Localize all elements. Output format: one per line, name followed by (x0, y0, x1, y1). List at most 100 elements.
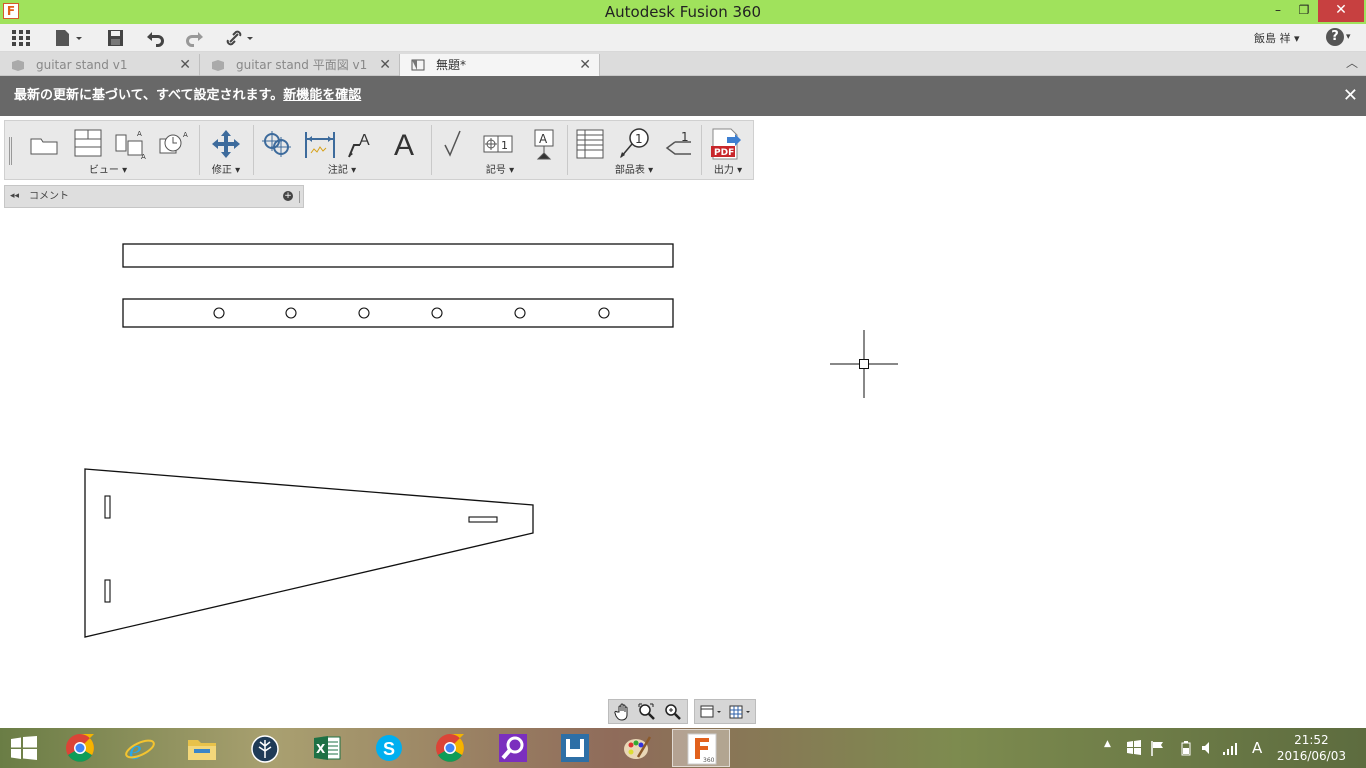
network-signal-icon[interactable] (1222, 740, 1240, 756)
view-group-label[interactable]: ビュー ▾ (19, 161, 197, 176)
collapse-tabs-icon[interactable]: ︿ (1346, 54, 1358, 71)
pan-icon[interactable] (613, 702, 633, 722)
symbols-group-label[interactable]: 記号 ▾ (433, 161, 567, 176)
flag-icon[interactable] (1150, 740, 1166, 756)
close-tab-icon[interactable]: ✕ (379, 54, 391, 76)
tab-guitar-stand[interactable]: guitar stand v1 ✕ (0, 54, 200, 76)
dimension-icon[interactable] (303, 127, 337, 161)
center-mark-icon[interactable] (259, 127, 293, 161)
minimize-button[interactable]: – (1264, 0, 1292, 22)
system-clock[interactable]: 21:52 2016/06/03 (1277, 732, 1346, 764)
slot[interactable] (468, 516, 498, 523)
add-comment-icon[interactable]: + (283, 191, 293, 201)
slot[interactable] (104, 579, 111, 603)
surface-texture-icon[interactable] (437, 127, 471, 161)
feature-control-frame-icon[interactable]: 1 (481, 127, 515, 161)
renumber-icon[interactable]: 1 (661, 127, 695, 161)
tab-guitar-stand-plan[interactable]: guitar stand 平面図 v1 ✕ (200, 54, 400, 76)
ime-indicator[interactable]: A (1252, 739, 1262, 757)
chrome-taskbar-button[interactable] (52, 729, 110, 767)
drawing-ribbon: AA A ビュー ▾ 修正 ▾ A A 注記 ▾ 1 A 記号 ▾ 1 1 部品… (4, 120, 754, 180)
slicer-taskbar-button[interactable] (546, 729, 604, 767)
display-settings-icon[interactable] (698, 703, 724, 721)
excel-icon: X (314, 736, 341, 760)
battery-icon[interactable] (1178, 740, 1194, 756)
search-app-taskbar-button[interactable] (484, 729, 542, 767)
slot[interactable] (104, 495, 111, 519)
3d-document-icon (212, 60, 224, 71)
output-group-label[interactable]: 出力 ▾ (703, 161, 753, 176)
hole[interactable] (213, 307, 225, 319)
balloon-number: 1 (635, 132, 643, 146)
restore-button[interactable]: ❐ (1292, 0, 1316, 22)
volume-icon[interactable] (1200, 740, 1216, 756)
drawing-canvas[interactable] (0, 209, 1366, 728)
table-icon[interactable] (573, 127, 607, 161)
redo-icon[interactable] (183, 27, 207, 49)
front-view-bar[interactable] (122, 298, 674, 328)
ribbon-grip[interactable] (9, 137, 12, 165)
grid-settings-icon[interactable] (727, 703, 753, 721)
hole[interactable] (431, 307, 443, 319)
hole[interactable] (598, 307, 610, 319)
clock-time: 21:52 (1294, 733, 1329, 747)
zoom-window-icon[interactable] (637, 702, 657, 722)
undo-icon[interactable] (143, 27, 167, 49)
move-icon[interactable] (209, 127, 243, 161)
comments-panel[interactable]: ◂◂ コメント + (4, 185, 304, 208)
balloon-icon[interactable]: 1 (617, 127, 651, 161)
user-menu[interactable]: 飯島 祥 ▾ (1254, 30, 1300, 46)
excel-taskbar-button[interactable]: X (298, 729, 356, 767)
tray-overflow-icon[interactable]: ▲ (1104, 728, 1116, 768)
leader-text-icon[interactable]: A (345, 127, 379, 161)
apps-grid-icon[interactable] (10, 27, 34, 49)
tab-label: guitar stand 平面図 v1 (236, 58, 368, 72)
zoom-icon[interactable] (663, 702, 683, 722)
banner-text: 最新の更新に基づいて、すべて設定されます。 (14, 88, 284, 103)
svg-text:A: A (394, 129, 414, 161)
tree-app-icon (251, 735, 279, 763)
modify-group-label[interactable]: 修正 ▾ (201, 161, 251, 176)
close-window-button[interactable]: ✕ (1318, 0, 1364, 22)
panel-grip[interactable] (299, 191, 301, 203)
skype-taskbar-button[interactable]: S (360, 729, 418, 767)
paint-taskbar-button[interactable] (608, 729, 666, 767)
projected-view-icon[interactable] (71, 127, 105, 161)
ribbon-separator (701, 125, 702, 175)
side-panel-profile[interactable] (84, 468, 534, 638)
ie-taskbar-button[interactable]: e (112, 729, 170, 767)
fusion-taskbar-button[interactable]: 360 (672, 729, 730, 767)
svg-text:A: A (359, 132, 370, 149)
tab-untitled[interactable]: 無題* ✕ (400, 54, 600, 76)
section-view-icon[interactable]: AA (113, 127, 147, 161)
pdf-output-icon[interactable]: PDF (709, 127, 743, 161)
bom-group-label[interactable]: 部品表 ▾ (569, 161, 699, 176)
sprout-taskbar-button[interactable] (236, 729, 294, 767)
svg-text:S: S (383, 739, 395, 759)
hole[interactable] (358, 307, 370, 319)
save-icon[interactable] (104, 27, 128, 49)
close-tab-icon[interactable]: ✕ (179, 54, 191, 76)
whats-new-link[interactable]: 新機能を確認 (283, 88, 361, 103)
collapse-panel-icon[interactable]: ◂◂ (10, 186, 19, 207)
help-dropdown-icon[interactable]: ▾ (1346, 32, 1351, 42)
hole[interactable] (285, 307, 297, 319)
top-view-bar[interactable] (122, 243, 674, 268)
close-tab-icon[interactable]: ✕ (579, 54, 591, 76)
text-icon[interactable]: A (389, 127, 423, 161)
navigation-bar (608, 699, 758, 724)
hole[interactable] (514, 307, 526, 319)
annotation-group-label[interactable]: 注記 ▾ (255, 161, 429, 176)
windows-start-icon[interactable] (10, 736, 38, 760)
chrome-taskbar-button-2[interactable] (422, 729, 480, 767)
display-settings-group (694, 699, 756, 724)
link-share-icon[interactable] (225, 27, 259, 49)
help-icon[interactable]: ? (1326, 28, 1344, 46)
explorer-taskbar-button[interactable] (174, 729, 232, 767)
banner-close-icon[interactable]: ✕ (1343, 76, 1358, 116)
base-view-icon[interactable] (27, 127, 61, 161)
action-center-icon[interactable] (1126, 740, 1142, 756)
detail-view-icon[interactable]: A (157, 127, 191, 161)
datum-identifier-icon[interactable]: A (527, 127, 561, 161)
file-menu-icon[interactable] (52, 27, 86, 49)
